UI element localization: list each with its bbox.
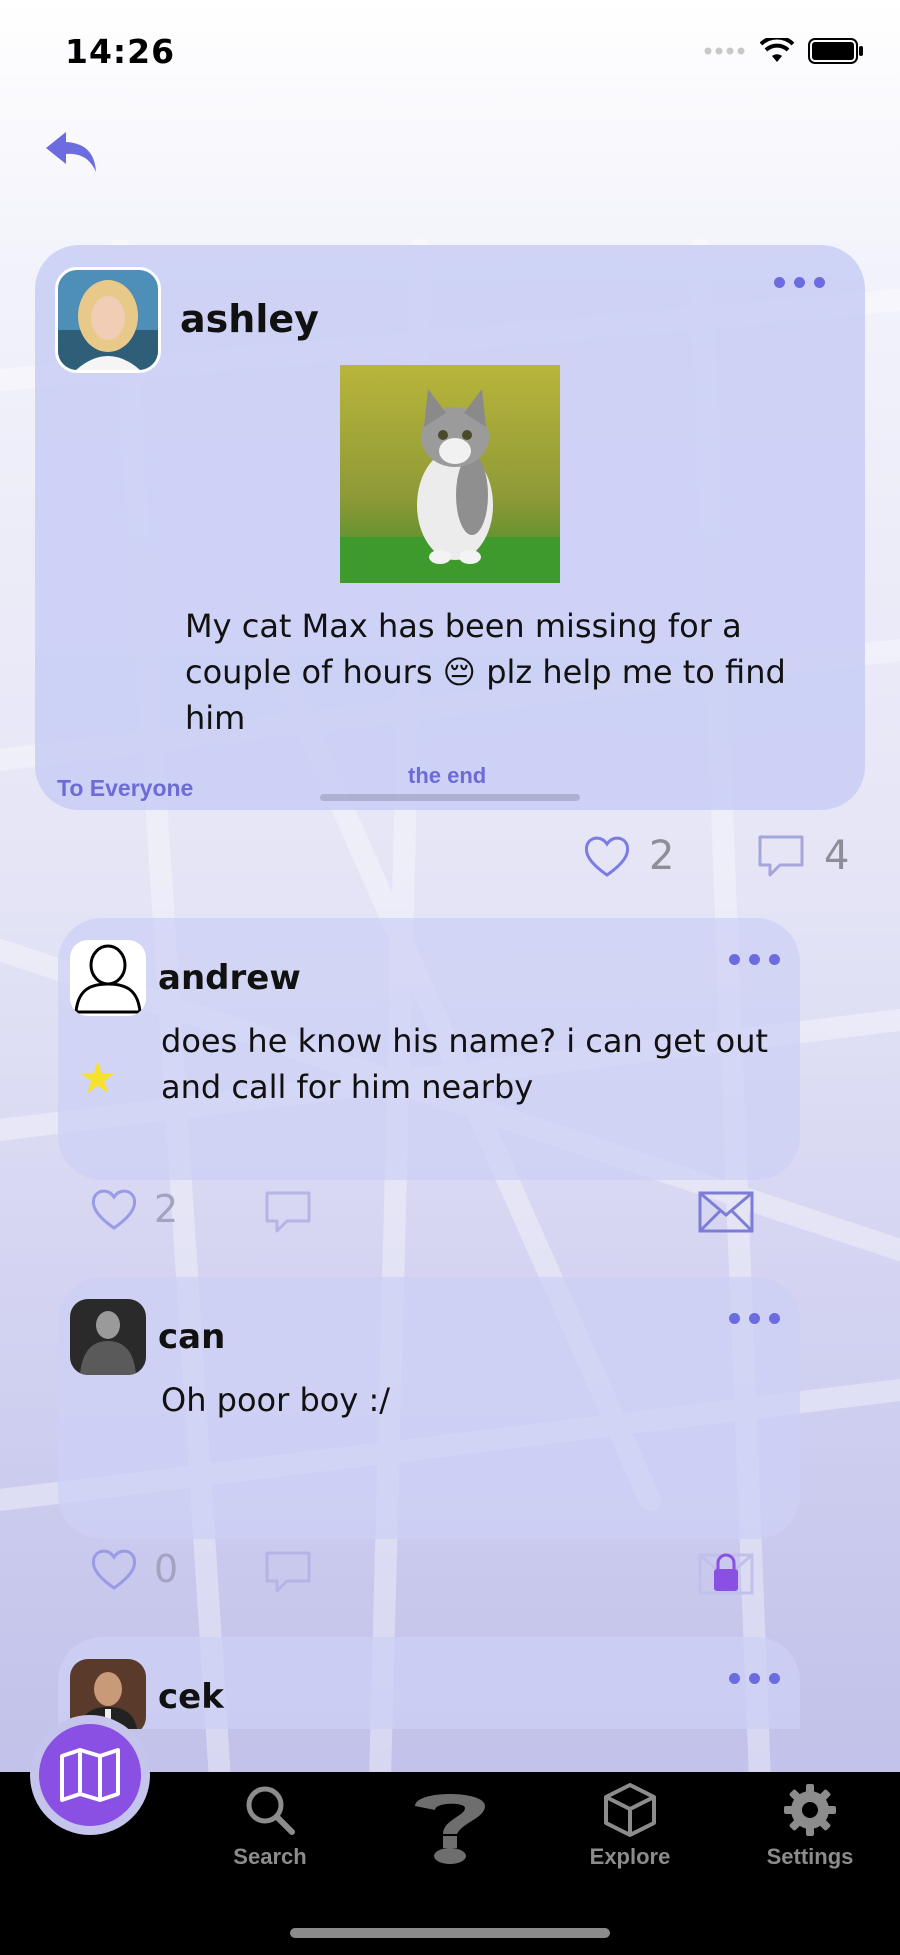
post-like-button[interactable]: 2	[583, 833, 674, 879]
default-user-icon	[74, 944, 142, 1014]
avatar[interactable]	[70, 940, 146, 1016]
signal-icon	[704, 47, 745, 55]
heart-icon	[91, 1189, 137, 1230]
comment-card[interactable]: can Oh poor boy :/	[58, 1277, 800, 1539]
gear-icon	[784, 1784, 836, 1836]
tab-search-label: Search	[233, 1844, 307, 1869]
message-button[interactable]	[698, 1191, 754, 1233]
comment-username[interactable]: andrew	[158, 958, 301, 998]
comment-card[interactable]: cek	[58, 1637, 800, 1729]
locked-message-button[interactable]	[698, 1553, 754, 1595]
post-username[interactable]: ashley	[180, 297, 319, 341]
comment-like-count: 0	[154, 1547, 179, 1591]
comment-actions: 2	[58, 1185, 800, 1245]
status-icons	[704, 38, 864, 64]
back-arrow-icon	[46, 132, 96, 172]
comment-card[interactable]: andrew ★ does he know his name? i can ge…	[58, 918, 800, 1180]
post-image[interactable]	[340, 365, 560, 583]
user-photo-ashley	[58, 270, 158, 370]
status-time: 14:26	[65, 32, 176, 71]
more-dots-icon[interactable]	[729, 954, 780, 965]
user-photo-can	[70, 1299, 146, 1375]
comment-like-count: 2	[154, 1187, 179, 1231]
status-bar: 14:26	[0, 0, 900, 110]
heart-icon	[584, 836, 630, 877]
comment-text: Oh poor boy :/	[161, 1381, 390, 1419]
avatar[interactable]	[70, 1299, 146, 1375]
comment-reply-button[interactable]	[263, 1549, 313, 1595]
tab-explore[interactable]: Explore	[560, 1782, 700, 1870]
comment-like-button[interactable]: 0	[90, 1547, 178, 1591]
more-dots-icon[interactable]	[729, 1313, 780, 1324]
lock-icon	[698, 1553, 754, 1595]
tab-search[interactable]: Search	[200, 1782, 340, 1870]
battery-icon	[808, 38, 863, 64]
comment-username[interactable]: cek	[158, 1677, 224, 1717]
tab-settings-label: Settings	[766, 1844, 854, 1869]
comment-username[interactable]: can	[158, 1317, 225, 1357]
post-comment-button[interactable]: 4	[756, 833, 849, 879]
comment-text: does he know his name? i can get out and…	[161, 1022, 769, 1106]
post-text: My cat Max has been missing for a couple…	[185, 607, 786, 737]
comment-bubble-icon	[265, 1191, 311, 1233]
search-icon	[246, 1786, 295, 1835]
audience-label[interactable]: To Everyone	[57, 775, 193, 802]
cube-icon	[604, 1783, 656, 1837]
heart-icon	[91, 1549, 137, 1590]
map-icon	[60, 1748, 120, 1802]
back-button[interactable]	[44, 128, 100, 178]
post-card[interactable]: ashley My cat Max has been missing for a…	[35, 245, 865, 810]
envelope-icon	[698, 1191, 754, 1233]
comment-bubble-icon	[265, 1551, 311, 1593]
map-button[interactable]	[39, 1724, 141, 1826]
tab-settings[interactable]: Settings	[740, 1782, 880, 1870]
wifi-icon	[760, 38, 794, 62]
post-comment-count: 4	[824, 833, 850, 879]
comment-bubble-icon	[758, 835, 804, 877]
tab-ask[interactable]	[380, 1780, 520, 1876]
home-indicator	[290, 1928, 610, 1938]
star-icon: ★	[78, 1053, 118, 1104]
question-icon	[415, 1794, 485, 1864]
post-like-count: 2	[649, 833, 675, 879]
comment-reply-button[interactable]	[263, 1189, 313, 1235]
comment-actions: 0	[58, 1545, 800, 1605]
end-label: the end	[408, 763, 487, 788]
comment-like-button[interactable]: 2	[90, 1187, 178, 1231]
more-dots-icon[interactable]	[774, 277, 825, 288]
avatar[interactable]	[55, 267, 161, 373]
tab-explore-label: Explore	[589, 1844, 671, 1869]
more-dots-icon[interactable]	[729, 1673, 780, 1684]
cat-photo	[340, 365, 560, 583]
scroll-indicator	[320, 794, 580, 801]
